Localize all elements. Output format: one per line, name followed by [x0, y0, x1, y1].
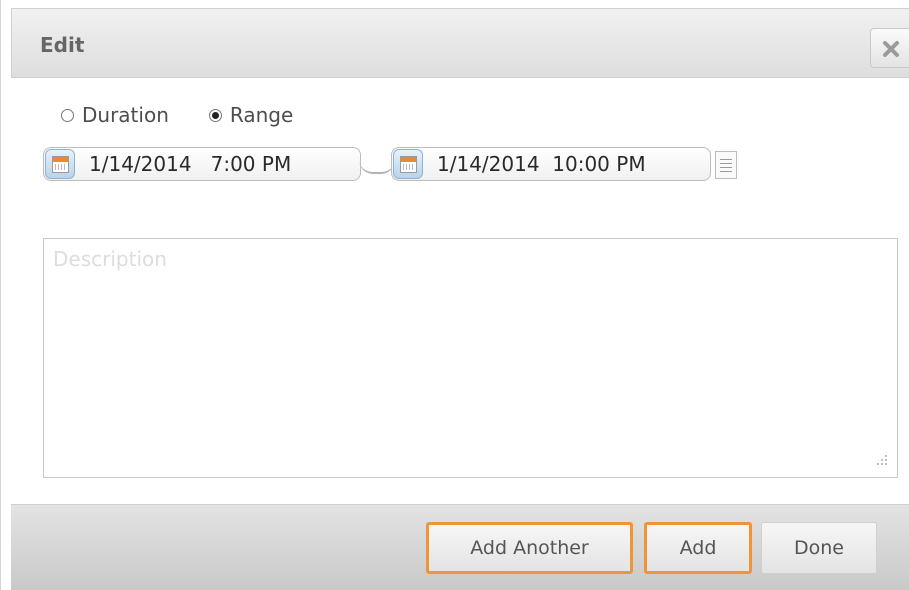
- done-button[interactable]: Done: [761, 522, 877, 574]
- duration-radio[interactable]: [61, 108, 74, 122]
- end-datetime-picker[interactable]: 1/14/2014 10:00 PM: [391, 147, 711, 181]
- start-datetime-value[interactable]: 1/14/2014 7:00 PM: [75, 152, 291, 176]
- resize-grip-icon[interactable]: [874, 452, 888, 466]
- range-radio-label[interactable]: Range: [230, 103, 293, 127]
- start-datetime-picker[interactable]: 1/14/2014 7:00 PM: [43, 147, 361, 181]
- add-another-button[interactable]: Add Another: [426, 522, 633, 574]
- close-button[interactable]: [870, 28, 909, 68]
- mode-radio-group: Duration Range: [61, 100, 333, 130]
- list-icon[interactable]: [715, 151, 737, 179]
- range-connector: [359, 158, 395, 174]
- start-calendar-button[interactable]: [45, 149, 75, 179]
- end-calendar-button[interactable]: [393, 149, 423, 179]
- add-button[interactable]: Add: [644, 522, 752, 574]
- range-radio[interactable]: [208, 108, 222, 122]
- dialog-title: Edit: [40, 33, 85, 57]
- calendar-icon: [52, 156, 69, 173]
- end-datetime-value[interactable]: 1/14/2014 10:00 PM: [423, 152, 646, 176]
- edit-dialog: Edit Duration Range 1/14/2014 7:00 PM 1/…: [0, 0, 909, 590]
- close-x-icon: [883, 41, 899, 57]
- dialog-titlebar: Edit: [11, 8, 909, 78]
- duration-radio-label[interactable]: Duration: [82, 103, 169, 127]
- calendar-icon: [400, 156, 417, 173]
- description-field[interactable]: [43, 238, 898, 478]
